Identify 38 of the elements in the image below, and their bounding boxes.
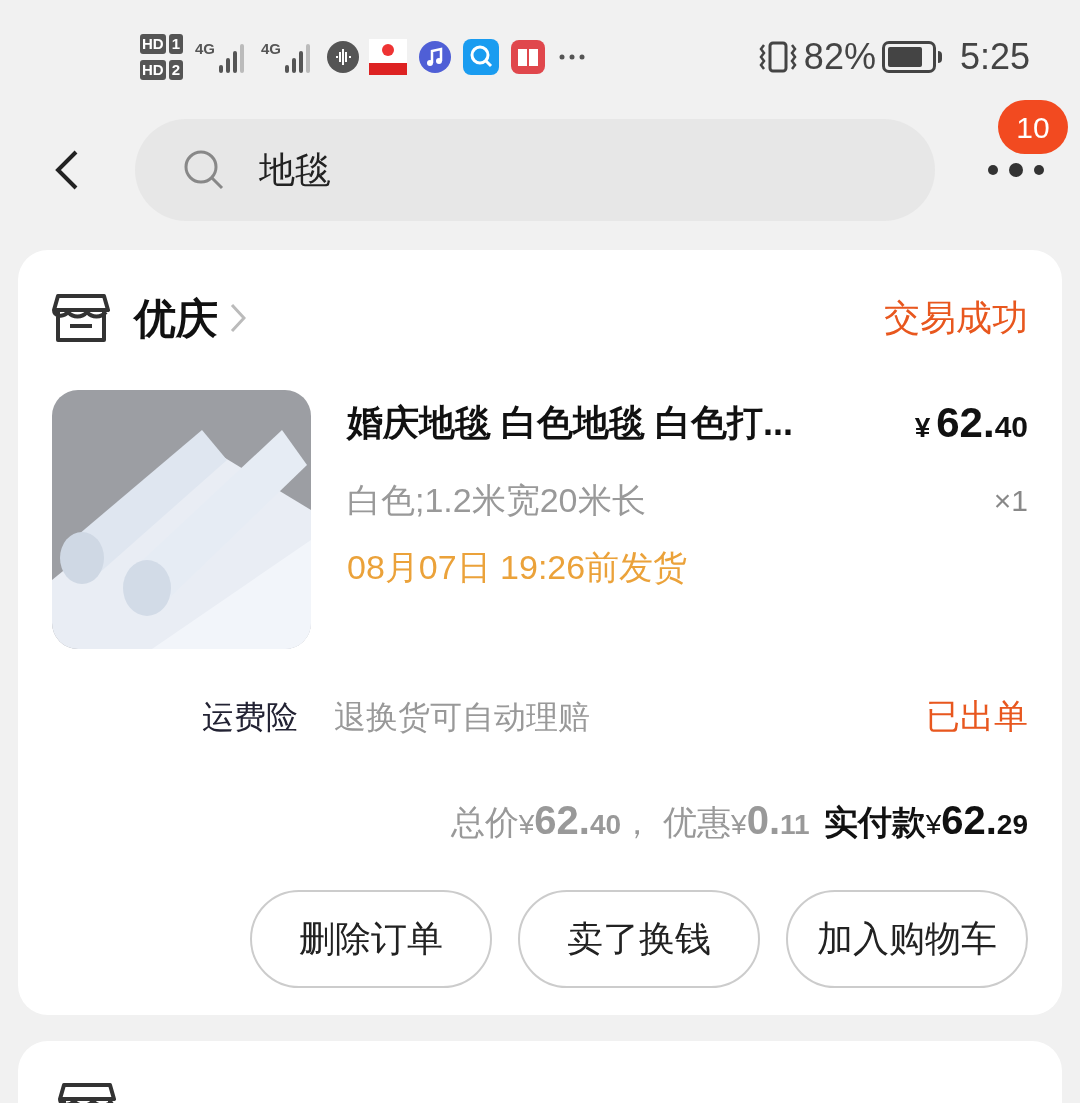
search-field[interactable]: 地毯: [135, 119, 935, 221]
notification-badge: 10: [998, 100, 1068, 154]
more-icon[interactable]: [986, 162, 1046, 178]
book-app-icon: [511, 40, 546, 74]
delivery-deadline: 08月07日 19:26前发货: [347, 547, 689, 588]
product-spec: 白色;1.2米宽20米长: [347, 480, 646, 521]
total-price: 总价¥62.40，: [450, 797, 654, 844]
voice-app-icon: [327, 41, 360, 73]
product-title[interactable]: 婚庆地毯 白色地毯 白色打...: [347, 398, 793, 448]
news-app-icon: [369, 39, 408, 75]
more-notifications-icon: [559, 54, 586, 60]
insurance-status: 已出单: [926, 696, 1028, 737]
paid-amount: 实付款¥62.29: [823, 797, 1028, 844]
product-price: ¥62.40: [914, 398, 1028, 448]
product-quantity: ×1: [993, 483, 1028, 519]
discount: 优惠¥0.11: [663, 797, 810, 844]
search-icon: [183, 149, 225, 191]
store-icon: [52, 292, 110, 344]
network-type: 4G: [195, 41, 216, 56]
insurance-description: 退换货可自动理赔: [334, 697, 590, 737]
order-action-button[interactable]: 删除订单: [250, 890, 492, 988]
order-action-button[interactable]: 加入购物车: [786, 890, 1028, 988]
sim-label: HD: [140, 34, 166, 54]
network-type: 4G: [261, 41, 282, 56]
chevron-right-icon: [230, 303, 246, 333]
order-status: 交易成功: [884, 296, 1028, 340]
battery-icon: [881, 41, 942, 73]
sim-number: 1: [168, 34, 183, 54]
battery-percent: 82%: [803, 35, 876, 79]
sim-number: 2: [168, 60, 183, 80]
order-action-button[interactable]: 卖了换钱: [518, 890, 760, 988]
store-name[interactable]: 优庆: [134, 286, 218, 350]
insurance-label: 运费险: [202, 697, 298, 737]
music-app-icon: [419, 41, 452, 73]
sim-label: HD: [140, 60, 166, 80]
clock: 5:25: [959, 35, 1030, 79]
search-app-icon: [463, 39, 500, 75]
vibrate-icon: [757, 41, 798, 73]
